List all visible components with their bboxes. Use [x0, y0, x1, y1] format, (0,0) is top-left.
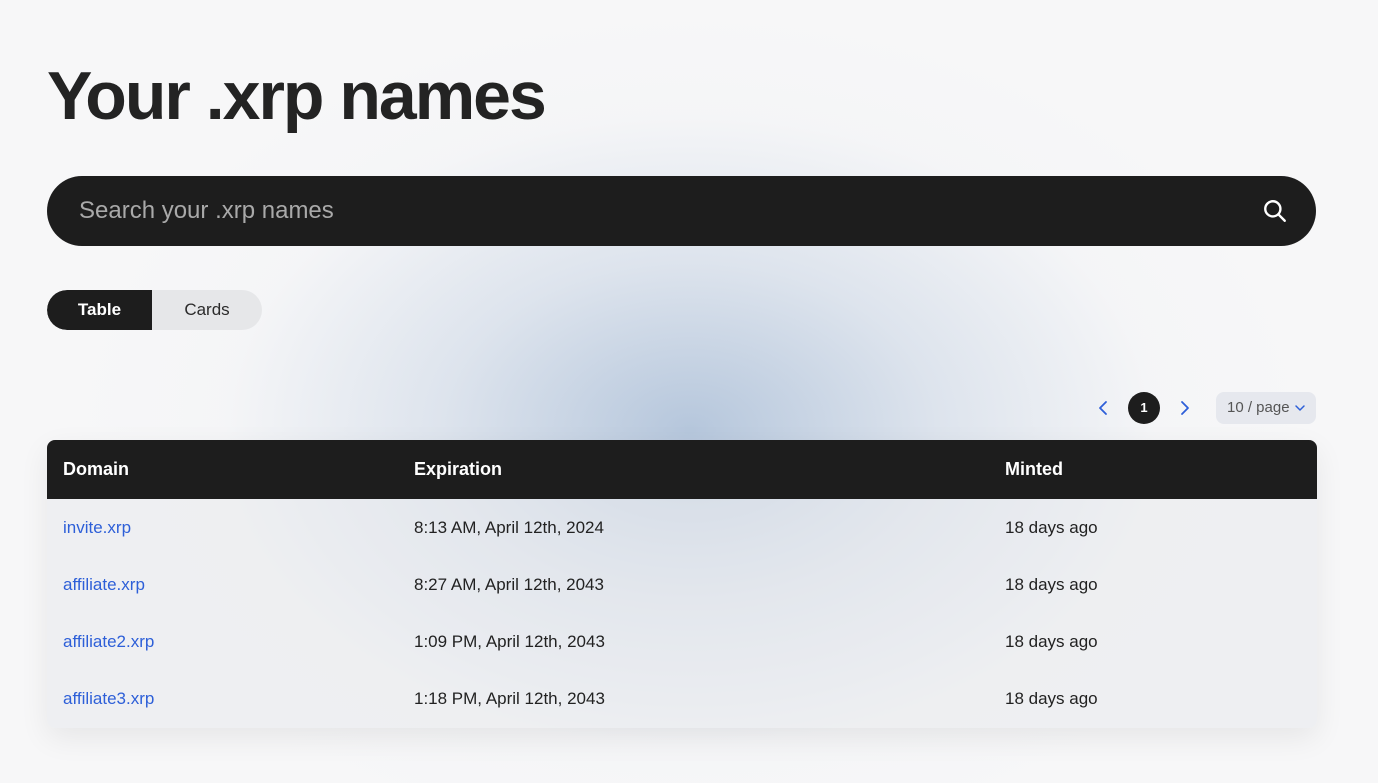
page-number-current[interactable]: 1 — [1128, 392, 1160, 424]
search-bar — [47, 176, 1316, 246]
minted-cell: 18 days ago — [1005, 631, 1098, 651]
search-input[interactable] — [79, 176, 1229, 246]
chevron-down-icon — [1295, 405, 1305, 411]
domain-link[interactable]: affiliate2.xrp — [47, 613, 398, 670]
minted-cell: 18 days ago — [1005, 688, 1098, 708]
domain-link[interactable]: invite.xrp — [47, 499, 398, 556]
chevron-right-icon[interactable] — [1175, 399, 1193, 417]
minted-cell: 18 days ago — [1005, 574, 1098, 594]
page-size-select[interactable]: 10 / page — [1216, 392, 1316, 424]
page-size-label: 10 / page — [1227, 399, 1290, 416]
domain-link[interactable]: affiliate.xrp — [47, 556, 398, 613]
column-header-minted: Minted — [1005, 459, 1063, 479]
minted-cell: 18 days ago — [1005, 517, 1098, 537]
domain-link[interactable]: affiliate3.xrp — [47, 670, 398, 727]
column-header-domain: Domain — [63, 459, 130, 479]
table-header-row: Domain Expiration Minted — [47, 440, 1317, 499]
view-toggle: Table Cards — [47, 290, 262, 330]
expiration-cell: 8:13 AM, April 12th, 2024 — [414, 517, 604, 537]
expiration-cell: 1:18 PM, April 12th, 2043 — [414, 688, 605, 708]
domains-table-container: Domain Expiration Minted invite.xrp 8:13… — [47, 440, 1317, 728]
table-row: invite.xrp 8:13 AM, April 12th, 2024 18 … — [47, 499, 1317, 556]
pagination: 1 10 / page — [1087, 391, 1317, 425]
column-header-expiration: Expiration — [414, 459, 503, 479]
search-icon[interactable] — [1262, 198, 1288, 224]
table-row: affiliate.xrp 8:27 AM, April 12th, 2043 … — [47, 556, 1317, 613]
page-title: Your .xrp names — [47, 58, 547, 134]
chevron-left-icon[interactable] — [1095, 399, 1113, 417]
table-row: affiliate2.xrp 1:09 PM, April 12th, 2043… — [47, 613, 1317, 670]
expiration-cell: 8:27 AM, April 12th, 2043 — [414, 574, 604, 594]
domains-table: Domain Expiration Minted invite.xrp 8:13… — [47, 440, 1317, 727]
table-view-button[interactable]: Table — [47, 290, 152, 330]
table-row: affiliate3.xrp 1:18 PM, April 12th, 2043… — [47, 670, 1317, 727]
cards-view-button[interactable]: Cards — [152, 290, 262, 330]
expiration-cell: 1:09 PM, April 12th, 2043 — [414, 631, 605, 651]
